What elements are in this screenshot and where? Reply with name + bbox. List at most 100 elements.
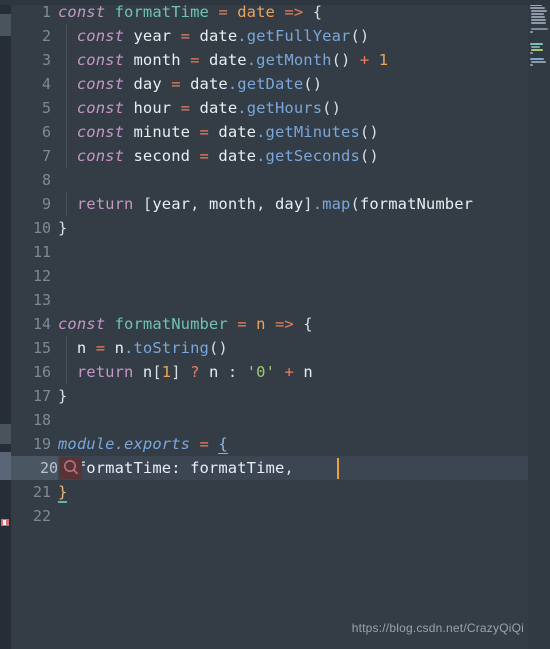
code-line-9[interactable]: return [year, month, day].map(formatNumb… [58, 192, 528, 216]
code-line-20[interactable]: formatTime: formatTime, [58, 456, 528, 480]
token-variable: n [142, 363, 153, 381]
minimap-line [531, 10, 547, 12]
token-function-ref: formatTime [190, 459, 285, 477]
token-keyword: const [76, 27, 125, 45]
token-number: 1 [378, 51, 389, 69]
token-number: 1 [161, 363, 172, 381]
line-number[interactable]: 14 [11, 312, 51, 336]
inspection-badge[interactable] [60, 457, 82, 479]
token-keyword-return: return [76, 363, 134, 381]
code-editor[interactable]: 1 2 3 4 5 6 7 8 9 10 11 12 13 14 15 16 1… [0, 0, 550, 649]
line-number[interactable]: 16 [11, 360, 51, 384]
minimap-line [530, 58, 544, 60]
token-method: .getMonth [246, 51, 332, 69]
code-line-22-empty[interactable] [58, 504, 528, 528]
token-variable: year [133, 27, 172, 45]
token-module-exports: module.exports [58, 435, 191, 453]
code-line-8-empty[interactable] [58, 168, 528, 192]
token-string: '0' [246, 363, 276, 381]
token-object-key: formatTime: [76, 459, 181, 477]
line-number-active[interactable]: 20 [11, 456, 58, 480]
token-object: date [218, 147, 257, 165]
minimap-line [531, 22, 546, 24]
token-assign: = [199, 147, 209, 165]
minimap-line [531, 49, 543, 51]
code-line-19[interactable]: module.exports = { [58, 432, 528, 456]
line-number[interactable]: 5 [11, 96, 51, 120]
token-method: .getHours [237, 99, 323, 117]
code-line-12-empty[interactable] [58, 264, 528, 288]
token-paren: ) [331, 99, 342, 117]
overview-mark[interactable] [0, 14, 11, 36]
code-line-6[interactable]: const minute = date.getMinutes() [58, 120, 528, 144]
token-paren: ( [322, 99, 332, 117]
line-number[interactable]: 18 [11, 408, 51, 432]
overview-mark[interactable] [0, 452, 11, 480]
code-line-4[interactable]: const day = date.getDate() [58, 72, 528, 96]
code-line-11-empty[interactable] [58, 240, 528, 264]
line-number[interactable]: 6 [11, 120, 51, 144]
line-number[interactable]: 9 [11, 192, 51, 216]
code-line-7[interactable]: const second = date.getSeconds() [58, 144, 528, 168]
token-object: date [208, 51, 247, 69]
token-comma: , [284, 459, 294, 477]
token-paren: ) [359, 27, 370, 45]
token-paren: ( [359, 147, 370, 165]
line-number-gutter[interactable]: 1 2 3 4 5 6 7 8 9 10 11 12 13 14 15 16 1… [11, 0, 58, 649]
line-number[interactable]: 2 [11, 24, 51, 48]
token-variable: day [275, 195, 304, 213]
token-variable: year [152, 195, 191, 213]
line-number[interactable]: 17 [11, 384, 51, 408]
code-line-14[interactable]: const formatNumber = n => { [58, 312, 528, 336]
overview-mark[interactable] [0, 424, 11, 444]
code-line-5[interactable]: const hour = date.getHours() [58, 96, 528, 120]
code-line-18-empty[interactable] [58, 408, 528, 432]
token-object: date [218, 123, 257, 141]
line-number[interactable]: 3 [11, 48, 51, 72]
minimap-line [531, 46, 540, 48]
code-line-15[interactable]: n = n.toString() [58, 336, 528, 360]
token-assign: = [199, 123, 209, 141]
line-number[interactable]: 22 [11, 504, 51, 528]
minimap-line [531, 61, 546, 63]
code-line-10[interactable]: } [58, 216, 528, 240]
token-paren: ) [218, 339, 228, 357]
token-variable: day [133, 75, 162, 93]
token-ternary-colon: : [227, 363, 238, 381]
minimap-line [531, 16, 545, 18]
line-number[interactable]: 12 [11, 264, 51, 288]
line-number[interactable]: 19 [11, 432, 51, 456]
token-paren: ) [312, 75, 323, 93]
code-minimap[interactable] [528, 0, 550, 649]
line-number[interactable]: 11 [11, 240, 51, 264]
line-number[interactable]: 21 [11, 480, 51, 504]
line-number[interactable]: 4 [11, 72, 51, 96]
token-method: .getMinutes [256, 123, 360, 141]
line-number[interactable]: 10 [11, 216, 51, 240]
line-number[interactable]: 7 [11, 144, 51, 168]
code-line-16[interactable]: return n[1] ? n : '0' + n [58, 360, 528, 384]
error-marker-icon[interactable] [1, 519, 9, 526]
line-number[interactable]: 15 [11, 336, 51, 360]
code-line-17[interactable]: } [58, 384, 528, 408]
token-method: .map [312, 195, 351, 213]
line-number[interactable]: 8 [11, 168, 51, 192]
code-line-21[interactable]: } [58, 480, 528, 504]
code-content[interactable]: const formatTime = date => { const year … [58, 0, 528, 649]
overview-rail[interactable] [0, 0, 11, 649]
code-line-3[interactable]: const month = date.getMonth() + 1 [58, 48, 528, 72]
code-line-2[interactable]: const year = date.getFullYear() [58, 24, 528, 48]
code-line-13-empty[interactable] [58, 288, 528, 312]
line-number[interactable]: 13 [11, 288, 51, 312]
